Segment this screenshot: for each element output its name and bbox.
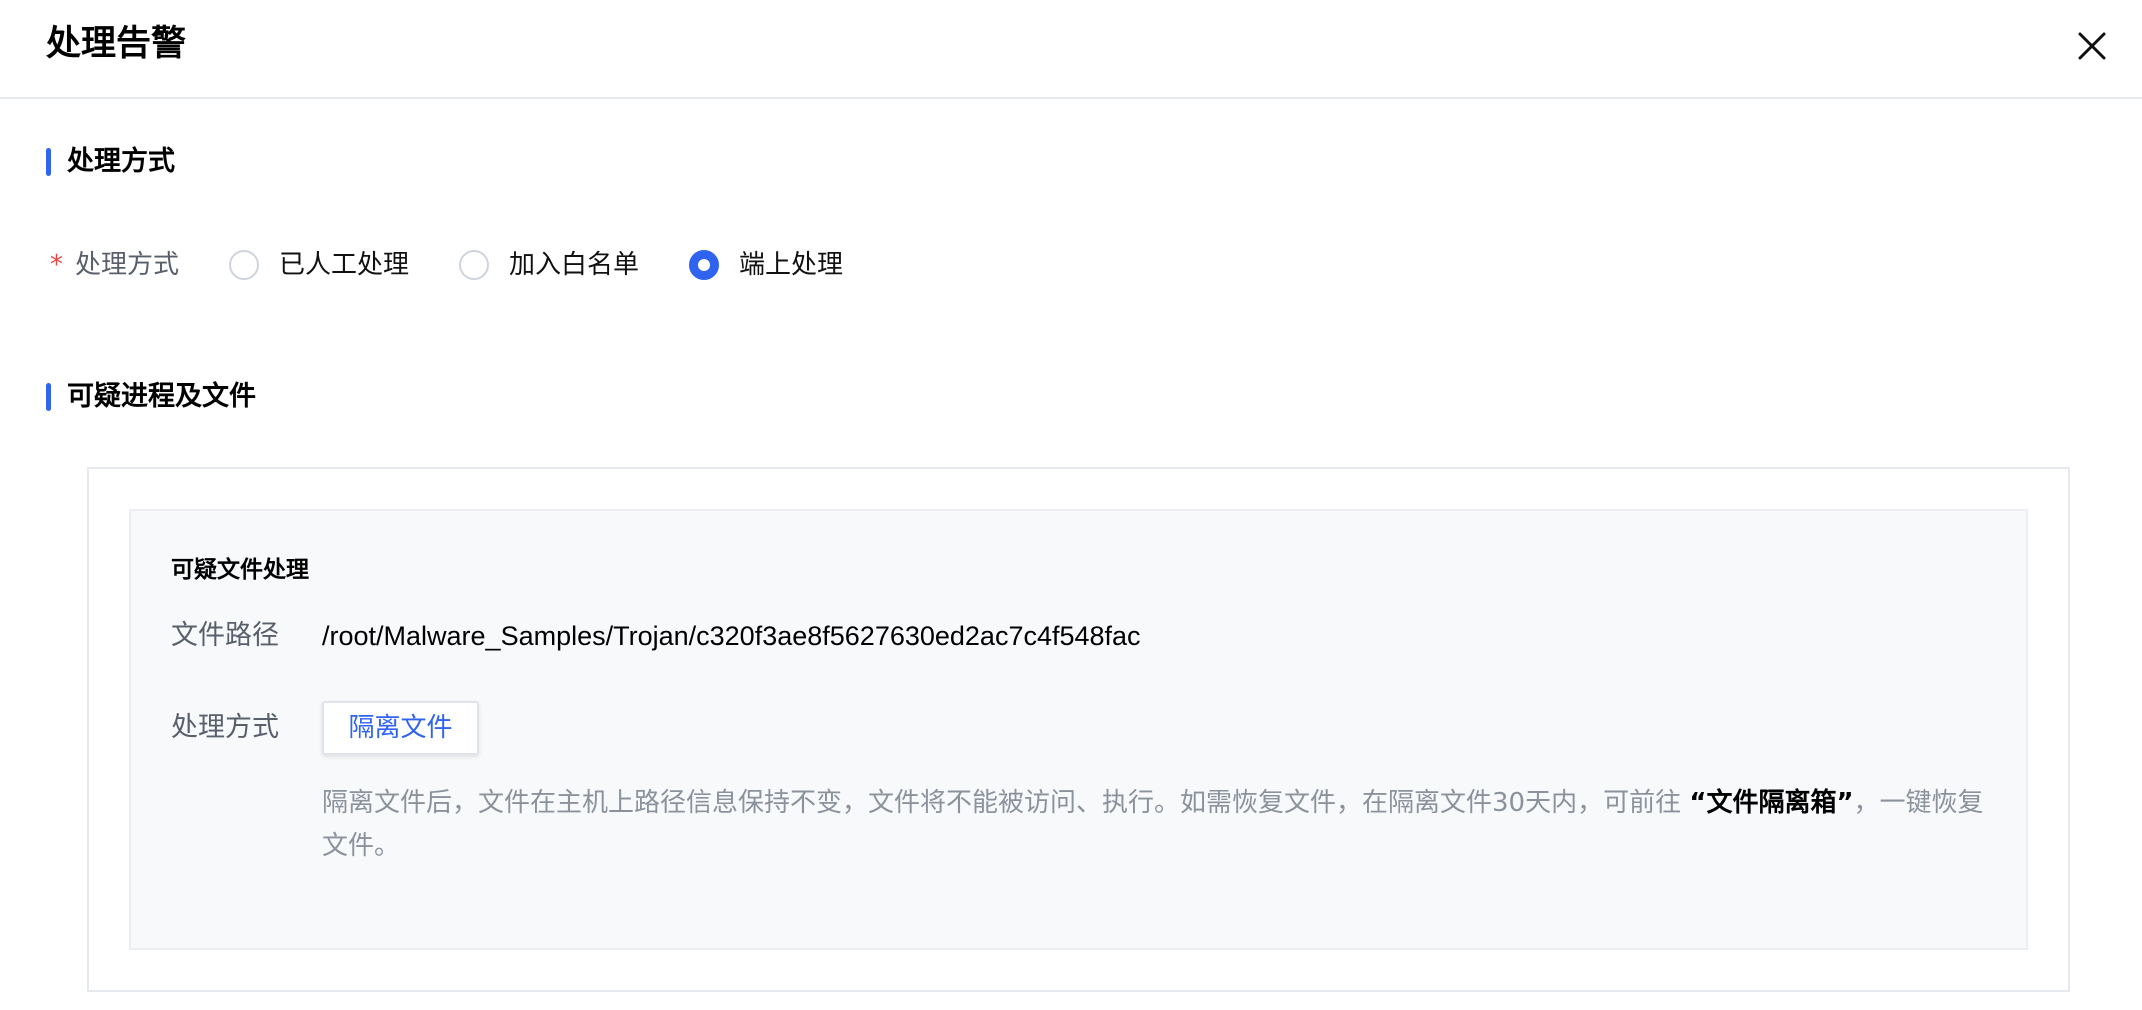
close-icon — [2078, 32, 2106, 60]
handling-method-row: * 处理方式 已人工处理 加入白名单 端上处理 — [50, 245, 893, 285]
dialog-title: 处理告警 — [46, 24, 187, 64]
alert-handling-dialog: 处理告警 处理方式 * 处理方式 已人工处理 加入白名单 端上处理 可疑进程及文… — [0, 0, 2142, 1010]
handling-method-label: 处理方式 — [75, 250, 180, 280]
radio-circle-icon — [229, 250, 260, 280]
section-header-handling: 处理方式 — [46, 147, 175, 177]
file-path-label: 文件路径 — [171, 620, 279, 651]
suspicious-container: 可疑文件处理 文件路径 /root/Malware_Samples/Trojan… — [87, 467, 2070, 992]
radio-add-whitelist[interactable]: 加入白名单 — [459, 245, 639, 285]
quarantine-box-link[interactable]: “文件隔离箱” — [1689, 788, 1853, 818]
section-header-suspicious: 可疑进程及文件 — [46, 382, 256, 412]
required-mark: * — [50, 250, 63, 280]
close-button[interactable] — [2072, 26, 2112, 66]
file-method-label: 处理方式 — [171, 712, 279, 743]
suspicious-file-title: 可疑文件处理 — [171, 557, 309, 583]
section-accent-bar — [46, 383, 51, 411]
radio-label: 已人工处理 — [279, 250, 410, 280]
section-title-suspicious: 可疑进程及文件 — [67, 381, 256, 412]
radio-manual-handled[interactable]: 已人工处理 — [229, 245, 409, 285]
radio-endpoint-handling[interactable]: 端上处理 — [689, 245, 843, 285]
dialog-header: 处理告警 — [0, 0, 2142, 99]
file-path-value: /root/Malware_Samples/Trojan/c320f3ae8f5… — [322, 621, 1141, 651]
suspicious-file-panel: 可疑文件处理 文件路径 /root/Malware_Samples/Trojan… — [129, 509, 2028, 950]
isolate-description: 隔离文件后，文件在主机上路径信息保持不变，文件将不能被访问、执行。如需恢复文件，… — [322, 782, 1992, 868]
section-title-handling: 处理方式 — [67, 146, 175, 177]
isolate-file-button[interactable]: 隔离文件 — [322, 701, 479, 755]
radio-circle-icon — [459, 250, 490, 280]
section-accent-bar — [46, 148, 51, 176]
radio-checked-icon — [689, 250, 720, 280]
description-text: 隔离文件后，文件在主机上路径信息保持不变，文件将不能被访问、执行。如需恢复文件，… — [322, 788, 1690, 818]
radio-label: 加入白名单 — [509, 250, 640, 280]
radio-label: 端上处理 — [739, 250, 844, 280]
